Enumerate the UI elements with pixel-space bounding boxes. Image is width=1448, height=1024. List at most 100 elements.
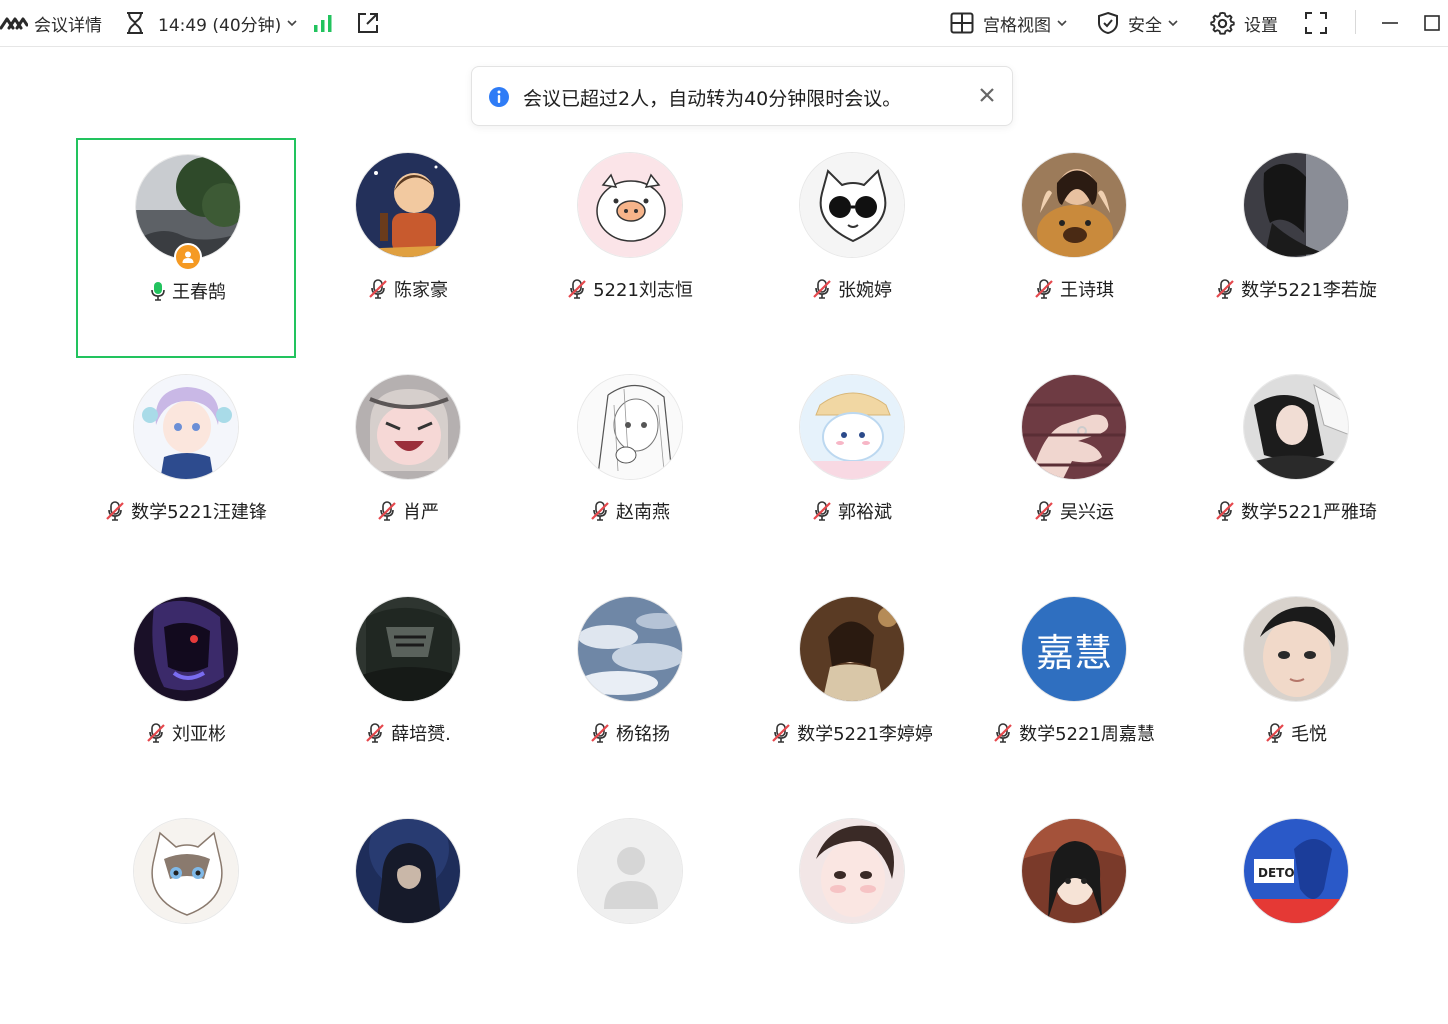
participant-name: 数学5221周嘉慧 — [1019, 724, 1155, 745]
close-icon[interactable] — [978, 86, 996, 108]
avatar — [577, 152, 683, 258]
avatar — [799, 374, 905, 480]
participant-tile[interactable]: 赵南燕 — [520, 360, 740, 580]
participant-name: 赵南燕 — [616, 502, 670, 523]
microphone-muted-icon — [106, 501, 124, 521]
participant-tile[interactable] — [298, 804, 518, 1024]
participant-tile[interactable]: 薛培赟. — [298, 582, 518, 802]
participant-grid: 王春鹄 陈家豪 5221刘志恒 张婉婷 王诗琪 数学5221李若旋数学5221汪建锋 肖严 赵… — [0, 0, 1448, 924]
microphone-muted-icon — [1216, 501, 1234, 521]
participant-name: 数学5221李若旋 — [1241, 280, 1377, 301]
microphone-muted-icon — [813, 501, 831, 521]
participant-name: 毛悦 — [1291, 724, 1327, 745]
avatar — [799, 596, 905, 702]
participant-tile[interactable]: 吴兴运 — [964, 360, 1184, 580]
participant-name-row: 数学5221汪建锋 — [76, 498, 296, 524]
avatar — [1021, 152, 1127, 258]
participant-name-row: 杨铭扬 — [520, 720, 740, 746]
microphone-muted-icon — [1035, 501, 1053, 521]
participant-name: 数学5221严雅琦 — [1241, 502, 1377, 523]
participant-tile[interactable]: 5221刘志恒 — [520, 138, 740, 358]
avatar — [577, 596, 683, 702]
participant-tile[interactable] — [742, 804, 962, 1024]
microphone-muted-icon — [369, 279, 387, 299]
participant-name: 吴兴运 — [1060, 502, 1114, 523]
avatar — [355, 596, 461, 702]
participant-name: 刘亚彬 — [172, 724, 226, 745]
participant-tile[interactable]: DETO — [1186, 804, 1406, 1024]
participant-tile[interactable]: 郭裕斌 — [742, 360, 962, 580]
participant-name-row: 陈家豪 — [298, 276, 518, 302]
avatar — [577, 374, 683, 480]
microphone-muted-icon — [813, 279, 831, 299]
participant-tile[interactable]: 数学5221李若旋 — [1186, 138, 1406, 358]
participant-name-row: 5221刘志恒 — [520, 276, 740, 302]
microphone-on-icon — [151, 282, 165, 301]
participant-name: 王诗琪 — [1060, 280, 1114, 301]
avatar — [1243, 374, 1349, 480]
svg-text:DETO: DETO — [1258, 866, 1295, 880]
avatar — [355, 152, 461, 258]
microphone-muted-icon — [1266, 723, 1284, 743]
participant-tile[interactable]: 数学5221李婷婷 — [742, 582, 962, 802]
participant-name: 数学5221汪建锋 — [131, 502, 267, 523]
participant-tile[interactable]: 毛悦 — [1186, 582, 1406, 802]
participant-tile[interactable]: 杨铭扬 — [520, 582, 740, 802]
participant-tile[interactable] — [76, 804, 296, 1024]
microphone-muted-icon — [591, 723, 609, 743]
microphone-muted-icon — [568, 279, 586, 299]
participant-name: 张婉婷 — [838, 280, 892, 301]
participant-tile[interactable]: 数学5221严雅琦 — [1186, 360, 1406, 580]
microphone-muted-icon — [772, 723, 790, 743]
participant-name-row: 王诗琪 — [964, 276, 1184, 302]
meeting-limit-notice: 会议已超过2人，自动转为40分钟限时会议。 — [471, 66, 1013, 126]
avatar — [799, 818, 905, 924]
avatar — [1243, 152, 1349, 258]
avatar — [1021, 374, 1127, 480]
participant-tile[interactable]: 嘉慧数学5221周嘉慧 — [964, 582, 1184, 802]
participant-name-row: 数学5221周嘉慧 — [964, 720, 1184, 746]
participant-tile[interactable]: 王春鹄 — [76, 138, 296, 358]
avatar — [133, 596, 239, 702]
participant-name-row: 吴兴运 — [964, 498, 1184, 524]
participant-name-row: 薛培赟. — [298, 720, 518, 746]
microphone-muted-icon — [378, 501, 396, 521]
participant-tile[interactable]: 王诗琪 — [964, 138, 1184, 358]
participant-name-row: 毛悦 — [1186, 720, 1406, 746]
host-badge-icon — [174, 243, 202, 271]
participant-name: 杨铭扬 — [616, 724, 670, 745]
avatar — [799, 152, 905, 258]
participant-name-row: 数学5221李若旋 — [1186, 276, 1406, 302]
info-icon — [488, 86, 510, 112]
microphone-muted-icon — [1216, 279, 1234, 299]
participant-name: 王春鹄 — [172, 282, 226, 303]
avatar — [355, 818, 461, 924]
avatar — [577, 818, 683, 924]
participant-name-row: 赵南燕 — [520, 498, 740, 524]
participant-tile[interactable]: 数学5221汪建锋 — [76, 360, 296, 580]
participant-name-row: 肖严 — [298, 498, 518, 524]
microphone-muted-icon — [366, 723, 384, 743]
microphone-muted-icon — [591, 501, 609, 521]
participant-tile[interactable] — [520, 804, 740, 1024]
participant-tile[interactable]: 肖严 — [298, 360, 518, 580]
microphone-muted-icon — [994, 723, 1012, 743]
participant-name-row: 数学5221李婷婷 — [742, 720, 962, 746]
participant-tile[interactable]: 刘亚彬 — [76, 582, 296, 802]
participant-tile[interactable]: 张婉婷 — [742, 138, 962, 358]
avatar — [1021, 818, 1127, 924]
participant-name: 郭裕斌 — [838, 502, 892, 523]
participant-name-row: 张婉婷 — [742, 276, 962, 302]
participant-tile[interactable] — [964, 804, 1184, 1024]
avatar — [133, 818, 239, 924]
participant-name: 肖严 — [403, 502, 439, 523]
avatar — [355, 374, 461, 480]
notice-message: 会议已超过2人，自动转为40分钟限时会议。 — [523, 88, 902, 110]
participant-tile[interactable]: 陈家豪 — [298, 138, 518, 358]
participant-name: 5221刘志恒 — [593, 280, 693, 301]
participant-name-row: 郭裕斌 — [742, 498, 962, 524]
participant-name-row: 王春鹄 — [78, 278, 298, 304]
participant-name: 薛培赟. — [391, 724, 451, 745]
avatar: 嘉慧 — [1021, 596, 1127, 702]
microphone-muted-icon — [147, 723, 165, 743]
